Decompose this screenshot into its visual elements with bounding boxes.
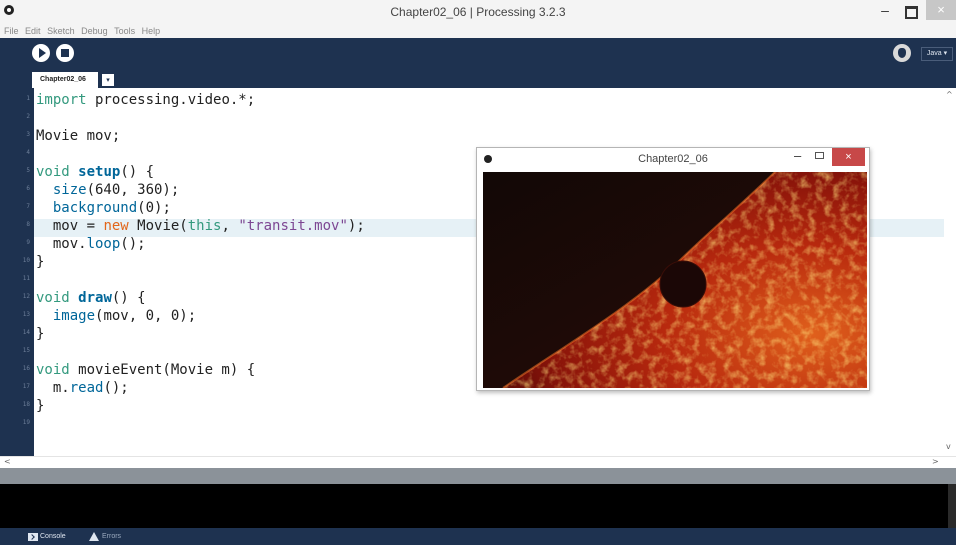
code-line: } bbox=[36, 326, 45, 342]
line-number: 15 bbox=[22, 347, 30, 354]
scroll-right-icon[interactable]: > bbox=[932, 457, 939, 466]
window-title: Chapter02_06 | Processing 3.2.3 bbox=[390, 5, 566, 19]
footer-tabs: Console Errors bbox=[0, 528, 956, 545]
code-line: background(0); bbox=[52, 200, 171, 216]
code-line: m.read(); bbox=[36, 380, 129, 396]
menu-help[interactable]: Help bbox=[142, 24, 161, 38]
menu-tools[interactable]: Tools bbox=[114, 24, 135, 38]
status-bar bbox=[0, 468, 956, 484]
console-scrollbar[interactable] bbox=[948, 484, 956, 528]
line-number: 5 bbox=[26, 167, 30, 174]
sketch-window-title: Chapter02_06 bbox=[638, 153, 708, 165]
line-number: 3 bbox=[26, 131, 30, 138]
line-number: 8 bbox=[26, 221, 30, 228]
code-line: import processing.video.*; bbox=[36, 92, 256, 108]
line-number-gutter: 1 2 3 4 5 6 7 8 9 10 11 12 13 14 15 16 1… bbox=[0, 88, 34, 456]
console-output[interactable] bbox=[0, 484, 956, 528]
line-number: 18 bbox=[22, 401, 30, 408]
menu-bar: File Edit Sketch Debug Tools Help bbox=[0, 24, 956, 38]
scroll-left-icon[interactable]: < bbox=[4, 457, 11, 466]
menu-debug[interactable]: Debug bbox=[81, 24, 108, 38]
console-tab[interactable]: Console bbox=[28, 531, 66, 543]
errors-tab-label: Errors bbox=[102, 533, 122, 540]
menu-edit[interactable]: Edit bbox=[25, 24, 41, 38]
code-line: size(640, 360); bbox=[52, 182, 180, 198]
code-line: void setup() { bbox=[36, 164, 155, 180]
line-number: 10 bbox=[22, 257, 30, 264]
maximize-button[interactable] bbox=[900, 4, 920, 19]
tab-chapter02-06[interactable]: Chapter02_06 bbox=[32, 72, 98, 88]
warning-icon bbox=[89, 532, 99, 541]
line-number: 1 bbox=[26, 95, 30, 102]
console-tab-label: Console bbox=[40, 533, 66, 540]
errors-tab[interactable]: Errors bbox=[89, 531, 122, 543]
sketch-close-button[interactable]: × bbox=[832, 148, 865, 166]
line-number: 16 bbox=[22, 365, 30, 372]
code-line: void draw() { bbox=[36, 290, 146, 306]
scroll-down-icon[interactable]: v bbox=[946, 442, 951, 451]
code-line: mov.loop(); bbox=[36, 236, 146, 252]
debug-button[interactable] bbox=[893, 44, 911, 62]
menu-sketch[interactable]: Sketch bbox=[47, 24, 75, 38]
code-line: } bbox=[36, 398, 45, 414]
sun-transit-image bbox=[483, 172, 867, 388]
sketch-maximize-button[interactable] bbox=[815, 152, 824, 159]
console-icon bbox=[28, 533, 38, 541]
line-number: 7 bbox=[26, 203, 30, 210]
horizontal-scrollbar[interactable]: < > bbox=[0, 456, 956, 468]
line-number: 17 bbox=[22, 383, 30, 390]
line-number: 14 bbox=[22, 329, 30, 336]
line-number: 12 bbox=[22, 293, 30, 300]
tab-menu-button[interactable]: ▾ bbox=[102, 74, 114, 86]
line-number: 11 bbox=[22, 275, 30, 282]
sketch-window[interactable]: Chapter02_06 – × bbox=[476, 147, 870, 391]
line-number: 19 bbox=[22, 419, 30, 426]
close-button[interactable]: × bbox=[926, 0, 956, 20]
line-number: 13 bbox=[22, 311, 30, 318]
vertical-scrollbar[interactable]: ^ v bbox=[944, 88, 956, 456]
code-line: } bbox=[36, 254, 45, 270]
title-bar: Chapter02_06 | Processing 3.2.3 – × bbox=[0, 0, 956, 24]
line-number: 6 bbox=[26, 185, 30, 192]
scroll-up-icon[interactable]: ^ bbox=[946, 90, 953, 99]
stop-button[interactable] bbox=[56, 44, 74, 62]
sketch-minimize-button[interactable]: – bbox=[794, 148, 801, 163]
video-frame bbox=[483, 172, 867, 388]
code-line: image(mov, 0, 0); bbox=[52, 308, 197, 324]
minimize-button[interactable]: – bbox=[875, 2, 895, 20]
line-number: 4 bbox=[26, 149, 30, 156]
toolbar: Java ▾ bbox=[0, 38, 956, 70]
code-line: Movie mov; bbox=[36, 128, 121, 144]
run-button[interactable] bbox=[32, 44, 50, 62]
menu-file[interactable]: File bbox=[4, 24, 19, 38]
code-line: void movieEvent(Movie m) { bbox=[36, 362, 256, 378]
line-number: 2 bbox=[26, 113, 30, 120]
tab-strip: Chapter02_06 ▾ bbox=[0, 70, 956, 88]
mode-selector[interactable]: Java ▾ bbox=[921, 47, 953, 61]
code-line: mov = new Movie(this, "transit.mov"); bbox=[36, 218, 365, 234]
line-number: 9 bbox=[26, 239, 30, 246]
